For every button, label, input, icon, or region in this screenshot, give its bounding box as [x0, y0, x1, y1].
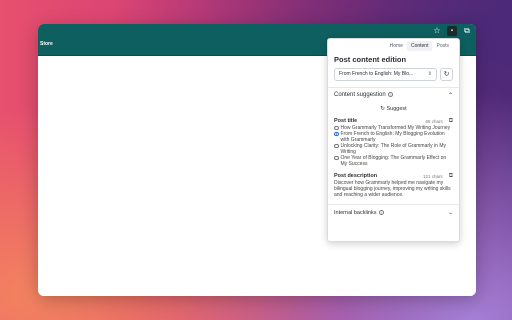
post-select[interactable]: From French to English: My Blo... ⇕ [334, 67, 437, 81]
title-option-text: Unlocking Clarity: The Role of Grammarly… [340, 143, 447, 155]
browser-toolbar: ☆ ▪ ⧉ [38, 24, 476, 38]
star-icon[interactable]: ☆ [432, 26, 442, 36]
chevron-down-icon[interactable]: ⌄ [448, 210, 453, 216]
radio-button[interactable] [334, 125, 339, 131]
updown-chevron-icon: ⇕ [427, 70, 432, 77]
refresh-icon: ↻ [443, 70, 450, 78]
puzzle-icon[interactable]: ⧉ [462, 26, 472, 36]
post-description-text[interactable]: Discover how Grammarly helped me navigat… [328, 180, 459, 198]
post-description-count: 121 chars [422, 173, 443, 179]
title-option[interactable]: Unlocking Clarity: The Role of Grammarly… [328, 143, 459, 155]
title-option[interactable]: One Year of Blogging: The Grammarly Effe… [328, 155, 459, 167]
radio-button[interactable] [334, 155, 339, 161]
title-option-text: From French to English: My Blogging Evol… [340, 131, 445, 143]
tab-home[interactable]: Home [386, 41, 407, 51]
content-suggestion-heading: Content suggestion [334, 92, 386, 99]
info-icon[interactable]: i [388, 92, 394, 98]
refresh-icon: ↻ [380, 106, 385, 112]
suggest-button[interactable]: ↻ Suggest [328, 103, 459, 117]
internal-backlinks-header[interactable]: Internal backlinks i ⌄ [328, 205, 459, 221]
title-option-text: One Year of Blogging: The Grammarly Effe… [340, 155, 447, 167]
extension-popup: Home Content Posts Post content edition … [327, 38, 460, 242]
suggest-label: Suggest [386, 106, 407, 112]
radio-button-selected[interactable] [334, 131, 339, 137]
content-suggestion-header[interactable]: Content suggestion i ⌃ [328, 88, 459, 103]
tab-content[interactable]: Content [406, 41, 433, 51]
extension-icon[interactable]: ▪ [447, 26, 457, 36]
title-option[interactable]: From French to English: My Blogging Evol… [328, 131, 459, 143]
post-description-label: Post description [334, 173, 378, 179]
radio-button[interactable] [334, 143, 339, 149]
panel-tabs: Home Content Posts [328, 39, 459, 51]
info-icon[interactable]: i [379, 210, 385, 216]
tab-posts[interactable]: Posts [432, 41, 453, 51]
bookmark-store[interactable]: Store [40, 41, 53, 47]
copy-icon[interactable]: ⧉ [449, 173, 453, 180]
panel-title: Post content edition [334, 55, 407, 64]
post-title-label: Post title [334, 118, 358, 124]
internal-backlinks-heading: Internal backlinks [334, 210, 377, 216]
chevron-up-icon[interactable]: ⌃ [448, 92, 453, 99]
copy-icon[interactable]: ⧉ [449, 118, 453, 125]
post-select-value: From French to English: My Blo... [339, 70, 414, 77]
refresh-button[interactable]: ↻ [440, 67, 453, 81]
post-title-count: 65 chars [425, 118, 443, 124]
